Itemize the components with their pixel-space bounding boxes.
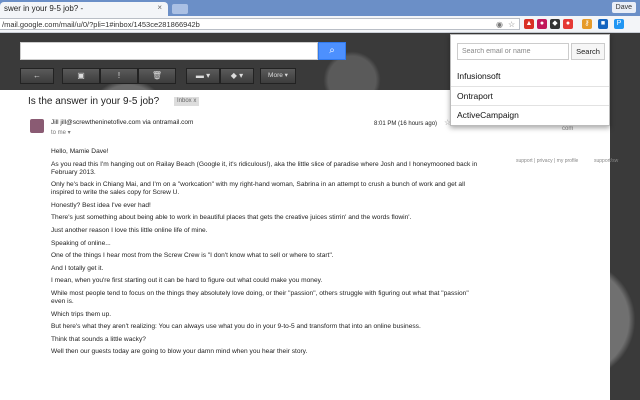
body-paragraph: Think that sounds a little wacky?	[51, 335, 146, 343]
message-date: 8:01 PM (16 hours ago)	[374, 121, 438, 127]
divider	[451, 105, 609, 106]
body-paragraph: Speaking of online...	[51, 239, 111, 247]
back-arrow-icon[interactable]: ←	[20, 68, 54, 84]
extension-dark-icon[interactable]: ◆	[550, 19, 560, 29]
extension-popup: Search Infusionsoft Ontraport ActiveCamp…	[450, 34, 610, 126]
delete-icon[interactable]: 🗑	[138, 68, 176, 84]
body-paragraph: And I totally get it.	[51, 264, 104, 272]
popup-item-infusionsoft[interactable]: Infusionsoft	[457, 71, 500, 81]
more-button[interactable]: More ▾	[260, 68, 296, 84]
avatar	[30, 119, 44, 133]
email-search-input[interactable]	[457, 43, 569, 60]
extension-lightblue-icon[interactable]: P	[614, 19, 624, 29]
body-paragraph: One of the things I hear most from the S…	[51, 252, 334, 260]
gmail-search-input[interactable]	[20, 42, 318, 60]
tab-strip: swer in your 9-5 job? - × Dave	[0, 0, 640, 16]
label-tag-icon[interactable]: ◆ ▾	[220, 68, 254, 84]
search-icon[interactable]: ⌕	[318, 42, 346, 60]
body-paragraph: Only he's back in Chiang Mai, and I'm on…	[51, 181, 466, 197]
body-paragraph: Hello, Mamie Dave!	[51, 148, 109, 155]
body-paragraph: Honestly? Best idea I've ever had!	[51, 201, 151, 209]
body-paragraph: Just another reason I love this little o…	[51, 226, 208, 234]
body-paragraph: As you read this I'm hanging out on Rail…	[51, 160, 478, 176]
inbox-label-badge[interactable]: Inbox x	[174, 97, 200, 106]
popup-search-button[interactable]: Search	[571, 43, 605, 60]
body-paragraph: Well then our guests today are going to …	[51, 348, 308, 356]
body-paragraph: While most people tend to focus on the t…	[51, 289, 469, 305]
popup-item-activecampaign[interactable]: ActiveCampaign	[457, 110, 519, 120]
browser-tab[interactable]: swer in your 9-5 job? - ×	[0, 2, 168, 16]
message-subject: Is the answer in your 9-5 job?	[28, 96, 160, 107]
body-paragraph: Which trips them up.	[51, 310, 112, 318]
report-spam-icon[interactable]: !	[100, 68, 138, 84]
sender-line[interactable]: Jill jill@screwtheninetofive.com via ont…	[51, 119, 193, 126]
extension-key-icon[interactable]: ⚷	[582, 19, 592, 29]
bookmark-star-icon[interactable]: ☆	[508, 19, 515, 30]
recipient-toggle[interactable]: to me ▾	[51, 129, 71, 136]
tab-close-icon[interactable]: ×	[157, 3, 162, 12]
move-folder-icon[interactable]: ▬ ▾	[186, 68, 220, 84]
new-tab-button[interactable]	[172, 4, 188, 14]
popup-item-ontraport[interactable]: Ontraport	[457, 91, 493, 101]
archive-icon[interactable]: ▣	[62, 68, 100, 84]
user-profile-badge[interactable]: Dave	[611, 2, 636, 13]
extension-blue-icon[interactable]: ■	[598, 19, 608, 29]
message-body: Hello, Mamie Dave! As you read this I'm …	[51, 148, 481, 361]
extension-red-icon[interactable]: ▲	[524, 19, 534, 29]
eye-icon[interactable]: ◉	[496, 19, 503, 30]
divider	[451, 86, 609, 87]
extension-red2-icon[interactable]: ●	[563, 19, 573, 29]
url-field[interactable]: /mail.google.com/mail/u/0/?pli=1#inbox/1…	[0, 18, 520, 30]
tab-title: swer in your 9-5 job? -	[4, 4, 84, 13]
extension-pink-icon[interactable]: ●	[537, 19, 547, 29]
body-paragraph: There's just something about being able …	[51, 214, 412, 222]
body-paragraph: I mean, when you're first starting out i…	[51, 277, 323, 285]
sidebar-domain-text: com	[562, 126, 574, 132]
body-paragraph: But here's what they aren't realizing: Y…	[51, 323, 421, 331]
sidebar-footer-links[interactable]: support | privacy | my profile	[516, 158, 578, 164]
sidebar-support-link[interactable]: support/sw	[594, 158, 618, 164]
url-text: /mail.google.com/mail/u/0/?pli=1#inbox/1…	[2, 20, 200, 29]
